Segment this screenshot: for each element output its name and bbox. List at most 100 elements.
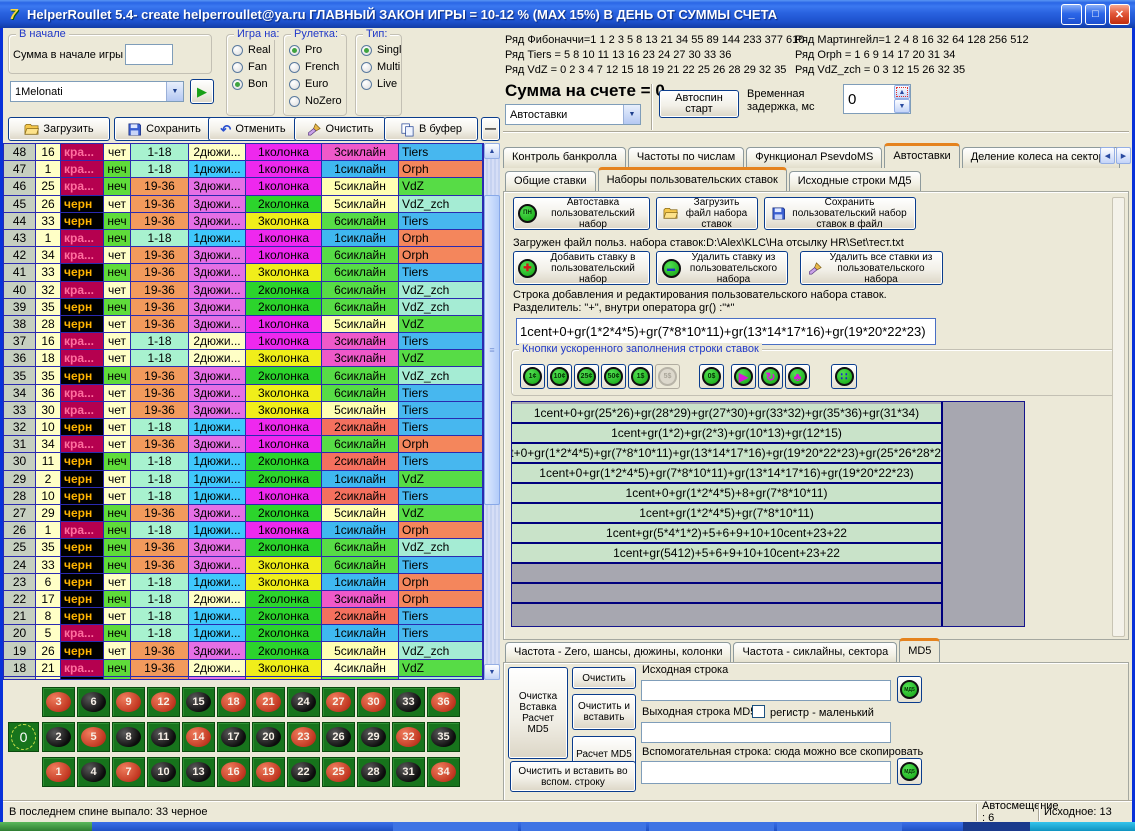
md5-output-input[interactable]	[641, 722, 891, 743]
spinner-up-button[interactable]: ▲	[894, 85, 910, 99]
save-betset-file-button[interactable]: Сохранить пользовательский набор ставок …	[764, 197, 916, 230]
run-preset-button[interactable]: ▶	[190, 79, 214, 104]
roulette-cell-29[interactable]: 29	[357, 722, 390, 752]
roulette-cell-31[interactable]: 31	[392, 757, 425, 787]
bet-list-item[interactable]: 1cent+0+gr(1*2*4*5)+gr(7*8*10*11)+gr(13*…	[512, 444, 941, 464]
radio-option-live[interactable]: Live	[361, 78, 398, 90]
history-scrollbar[interactable]: ▲ ≡ ▼	[484, 143, 500, 680]
md5-source-input[interactable]	[641, 680, 891, 701]
roulette-cell-4[interactable]: 4	[77, 757, 110, 787]
roulette-cell-1[interactable]: 1	[42, 757, 75, 787]
roulette-cell-18[interactable]: 18	[217, 687, 250, 717]
tab-исходные-строки-мд5[interactable]: Исходные строки МД5	[789, 171, 921, 192]
spinner-down-button[interactable]: ▼	[894, 99, 910, 113]
roulette-cell-27[interactable]: 27	[322, 687, 355, 717]
radio-option-french[interactable]: French	[289, 61, 343, 73]
roulette-cell-15[interactable]: 15	[182, 687, 215, 717]
bet-string-input[interactable]	[516, 318, 936, 345]
roulette-cell-34[interactable]: 34	[427, 757, 460, 787]
roulette-cell-22[interactable]: 22	[287, 757, 320, 787]
roulette-cell-12[interactable]: 12	[147, 687, 180, 717]
bet-list-item[interactable]: 1cent+0+gr(1*2*4*5)+8+gr(7*8*10*11)	[512, 484, 941, 504]
bet-list-item[interactable]: 1cent+0+gr(1*2*4*5)+gr(7*8*10*11)+gr(13*…	[512, 464, 941, 484]
roulette-cell-23[interactable]: 23	[287, 722, 320, 752]
minimize-button[interactable]: _	[1061, 4, 1082, 25]
tab-md5[interactable]: MD5	[899, 638, 940, 663]
roulette-cell-24[interactable]: 24	[287, 687, 320, 717]
radio-option-euro[interactable]: Euro	[289, 78, 343, 90]
roulette-cell-16[interactable]: 16	[217, 757, 250, 787]
roulette-cell-17[interactable]: 17	[217, 722, 250, 752]
radio-option-fan[interactable]: Fan	[232, 61, 271, 73]
quick-play-button[interactable]: ▶	[731, 364, 756, 389]
tab-scroll-right-button[interactable]: ▶	[1116, 147, 1131, 164]
load-betset-file-button[interactable]: Загрузить файл набора ставок	[656, 197, 758, 230]
tab-функционал-psevdoms[interactable]: Функционал PsevdoMS	[746, 147, 882, 168]
md5-run-button[interactable]: МД5	[897, 676, 922, 703]
roulette-cell-35[interactable]: 35	[427, 722, 460, 752]
bet-list-item[interactable]: 1cent+gr(1*2)+gr(2*3)+gr(10*13)+gr(12*15…	[512, 424, 941, 444]
roulette-cell-28[interactable]: 28	[357, 757, 390, 787]
bet-list-item[interactable]: 1cent+gr(5*4*1*2)+5+6+9+10+10cent+23+22	[512, 524, 941, 544]
close-button[interactable]: ✕	[1109, 4, 1130, 25]
roulette-cell-36[interactable]: 36	[427, 687, 460, 717]
quick-bet-1-button[interactable]: 1¢	[520, 364, 545, 389]
quick-bet-0-button[interactable]: 0$	[699, 364, 724, 389]
save-button[interactable]: Сохранить	[114, 117, 214, 141]
tab-наборы-пользовательских-ставок[interactable]: Наборы пользовательских ставок	[598, 167, 787, 192]
radio-option-real[interactable]: Real	[232, 44, 271, 56]
quick-reload-button[interactable]: ↻	[758, 364, 783, 389]
undo-button[interactable]: ↶ Отменить	[208, 117, 298, 141]
load-button[interactable]: Загрузить	[8, 117, 110, 141]
copy-to-clipboard-button[interactable]: В буфер	[384, 117, 478, 141]
tab-контроль-банкролла[interactable]: Контроль банкролла	[503, 147, 626, 168]
md5-clear-paste-aux-button[interactable]: Очистить и вставить во вспом. строку	[510, 761, 636, 792]
roulette-cell-30[interactable]: 30	[357, 687, 390, 717]
tab-scroll-left-button[interactable]: ◀	[1100, 147, 1115, 164]
quick-bet-50-button[interactable]: 50¢	[601, 364, 626, 389]
quick-bet-25-button[interactable]: 25¢	[574, 364, 599, 389]
delete-all-bets-button[interactable]: Удалить все ставки из пользовательского …	[800, 251, 943, 285]
radio-option-nozero[interactable]: NoZero	[289, 95, 343, 107]
add-bet-button[interactable]: ✚ Добавить ставку в пользовательский наб…	[513, 251, 650, 285]
md5-aux-input[interactable]	[641, 761, 891, 784]
bet-list-item[interactable]: 1cent+0+gr(25*26)+gr(28*29)+gr(27*30)+gr…	[512, 404, 941, 424]
mode-combo[interactable]: Автоставки ▼	[505, 104, 641, 125]
autoset-userset-button[interactable]: ПН Автоставка пользовательский набор	[513, 197, 650, 230]
bet-list-item[interactable]: 1cent+gr(1*2*4*5)+gr(7*8*10*11)	[512, 504, 941, 524]
roulette-cell-14[interactable]: 14	[182, 722, 215, 752]
tab-частота-zero-шансы-дюжины-колонки[interactable]: Частота - Zero, шансы, дюжины, колонки	[505, 642, 731, 663]
roulette-cell-19[interactable]: 19	[252, 757, 285, 787]
roulette-cell-6[interactable]: 6	[77, 687, 110, 717]
roulette-cell-13[interactable]: 13	[182, 757, 215, 787]
roulette-cell-10[interactable]: 10	[147, 757, 180, 787]
quick-random-button[interactable]: ∷	[831, 364, 857, 389]
roulette-cell-33[interactable]: 33	[392, 687, 425, 717]
roulette-cell-21[interactable]: 21	[252, 687, 285, 717]
bet-list-item[interactable]: 1cent+gr(5412)+5+6+9+10+10cent+23+22	[512, 544, 941, 564]
roulette-cell-20[interactable]: 20	[252, 722, 285, 752]
collapse-button[interactable]: —	[481, 117, 500, 141]
roulette-cell-9[interactable]: 9	[112, 687, 145, 717]
chevron-down-icon[interactable]: ▼	[166, 82, 183, 101]
radio-option-pro[interactable]: Pro	[289, 44, 343, 56]
roulette-cell-0[interactable]: 0	[8, 722, 39, 752]
roulette-cell-32[interactable]: 32	[392, 722, 425, 752]
quick-bet-5-button[interactable]: 5$	[655, 364, 680, 389]
roulette-cell-7[interactable]: 7	[112, 757, 145, 787]
quick-bet-10-button[interactable]: 10¢	[547, 364, 572, 389]
radio-option-singl[interactable]: Singl	[361, 44, 398, 56]
roulette-cell-2[interactable]: 2	[42, 722, 75, 752]
scroll-down-button[interactable]: ▼	[484, 664, 500, 680]
maximize-button[interactable]: □	[1085, 4, 1106, 25]
delete-bet-button[interactable]: ▬ Удалить ставку из пользовательского на…	[656, 251, 788, 285]
delay-value-input[interactable]	[844, 85, 894, 113]
radio-option-bon[interactable]: Bon	[232, 78, 271, 90]
tab-общие-ставки[interactable]: Общие ставки	[505, 171, 596, 192]
roulette-cell-5[interactable]: 5	[77, 722, 110, 752]
chevron-down-icon[interactable]: ▼	[623, 105, 640, 124]
tab-деление-колеса-на-сектора[interactable]: Деление колеса на сектора	[962, 147, 1120, 168]
radio-option-multi[interactable]: Multi	[361, 61, 398, 73]
roulette-cell-25[interactable]: 25	[322, 757, 355, 787]
tab-частота-сиклайны-сектора[interactable]: Частота - сиклайны, сектора	[733, 642, 897, 663]
